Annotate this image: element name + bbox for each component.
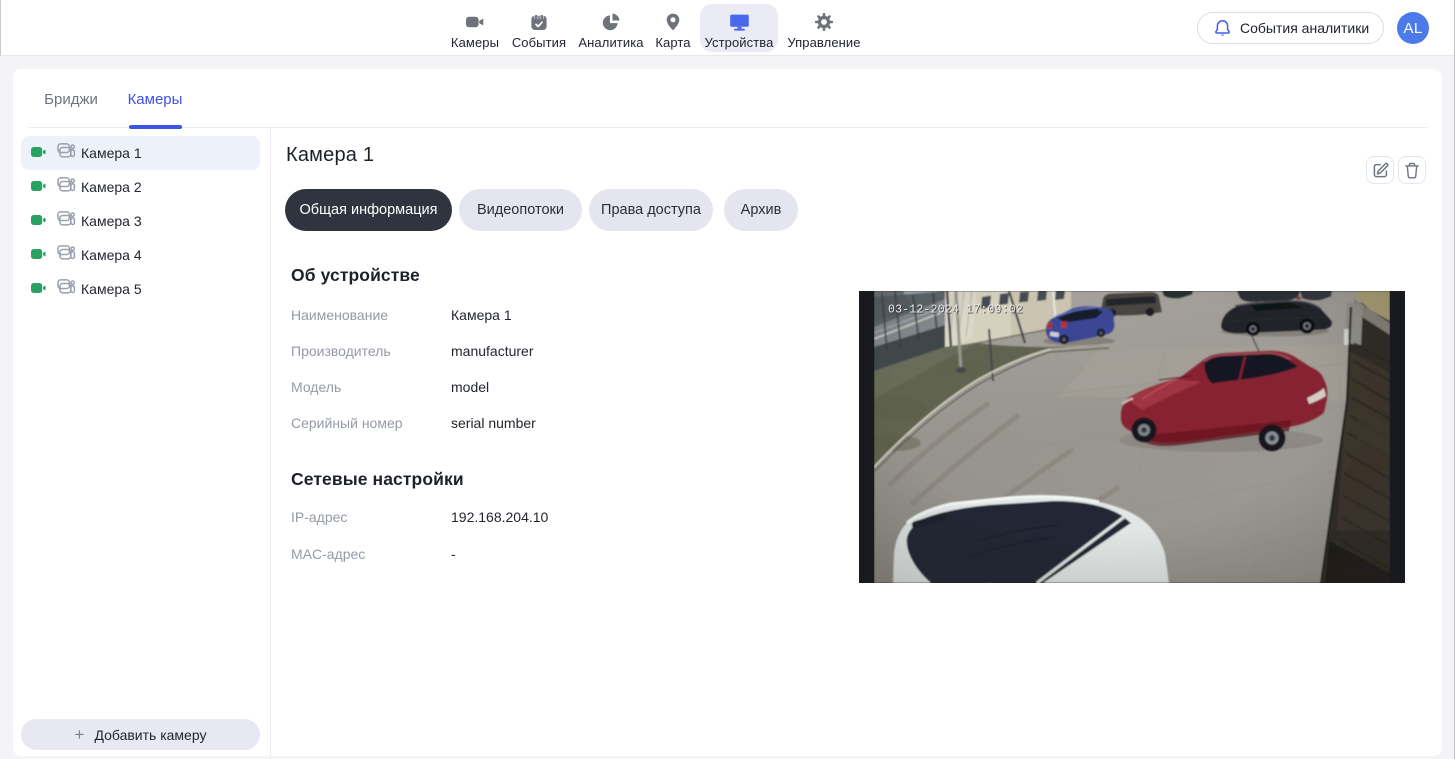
- svg-text:03-12-2024 17:09:02: 03-12-2024 17:09:02: [888, 304, 1023, 317]
